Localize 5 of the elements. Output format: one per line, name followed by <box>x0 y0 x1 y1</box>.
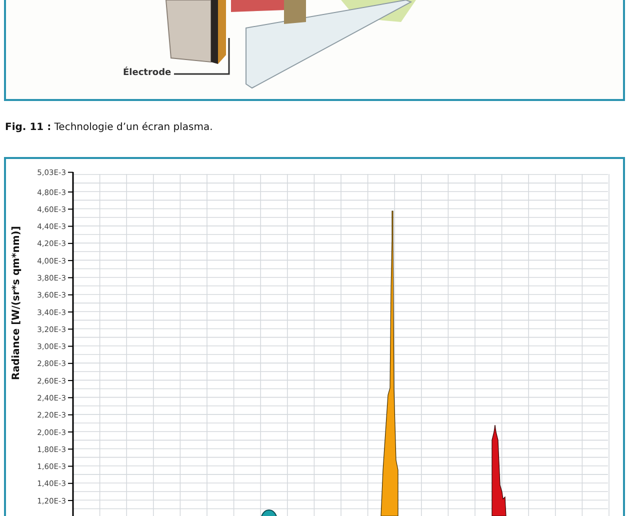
electrode-label: Électrode <box>123 68 172 78</box>
leader-line <box>174 38 230 75</box>
figure-caption: Fig. 11 : Technologie d’un écran plasma. <box>4 121 214 135</box>
y-axis-title: Radiance [W/(sr*s qm*nm)] <box>11 226 22 380</box>
emission-peak <box>260 510 278 516</box>
